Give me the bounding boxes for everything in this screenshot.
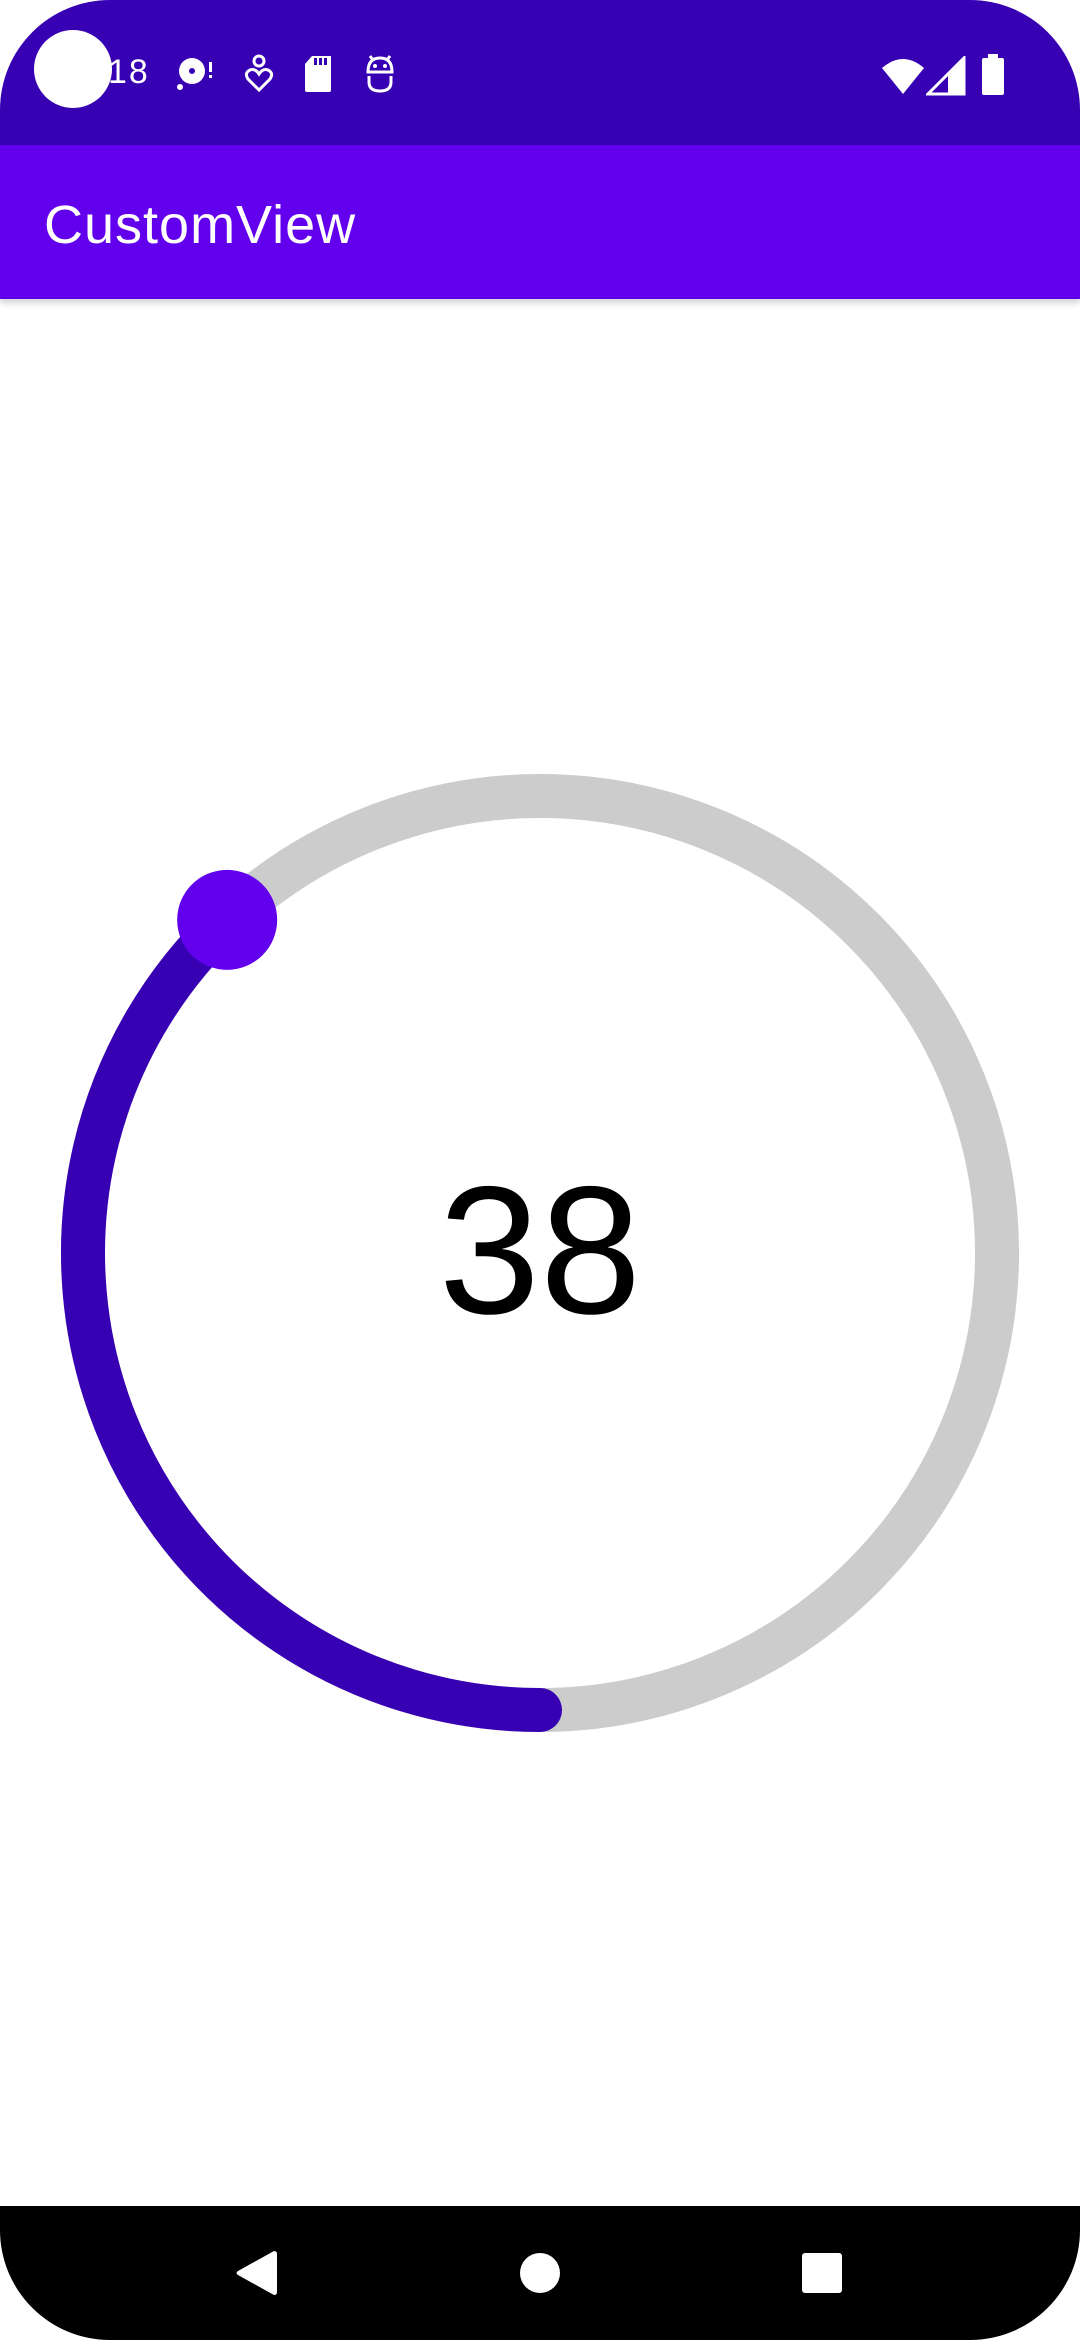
- home-icon: [520, 2253, 560, 2293]
- home-button[interactable]: [505, 2238, 575, 2308]
- dial-thumb[interactable]: [177, 869, 278, 970]
- back-button[interactable]: [222, 2238, 292, 2308]
- recents-icon: [802, 2253, 842, 2293]
- navigation-bar: [0, 2206, 1080, 2340]
- recents-button[interactable]: [787, 2238, 857, 2308]
- screen: 18 CustomView 38: [0, 0, 1080, 2340]
- dial-value: 38: [438, 1148, 642, 1352]
- back-icon: [236, 2251, 277, 2295]
